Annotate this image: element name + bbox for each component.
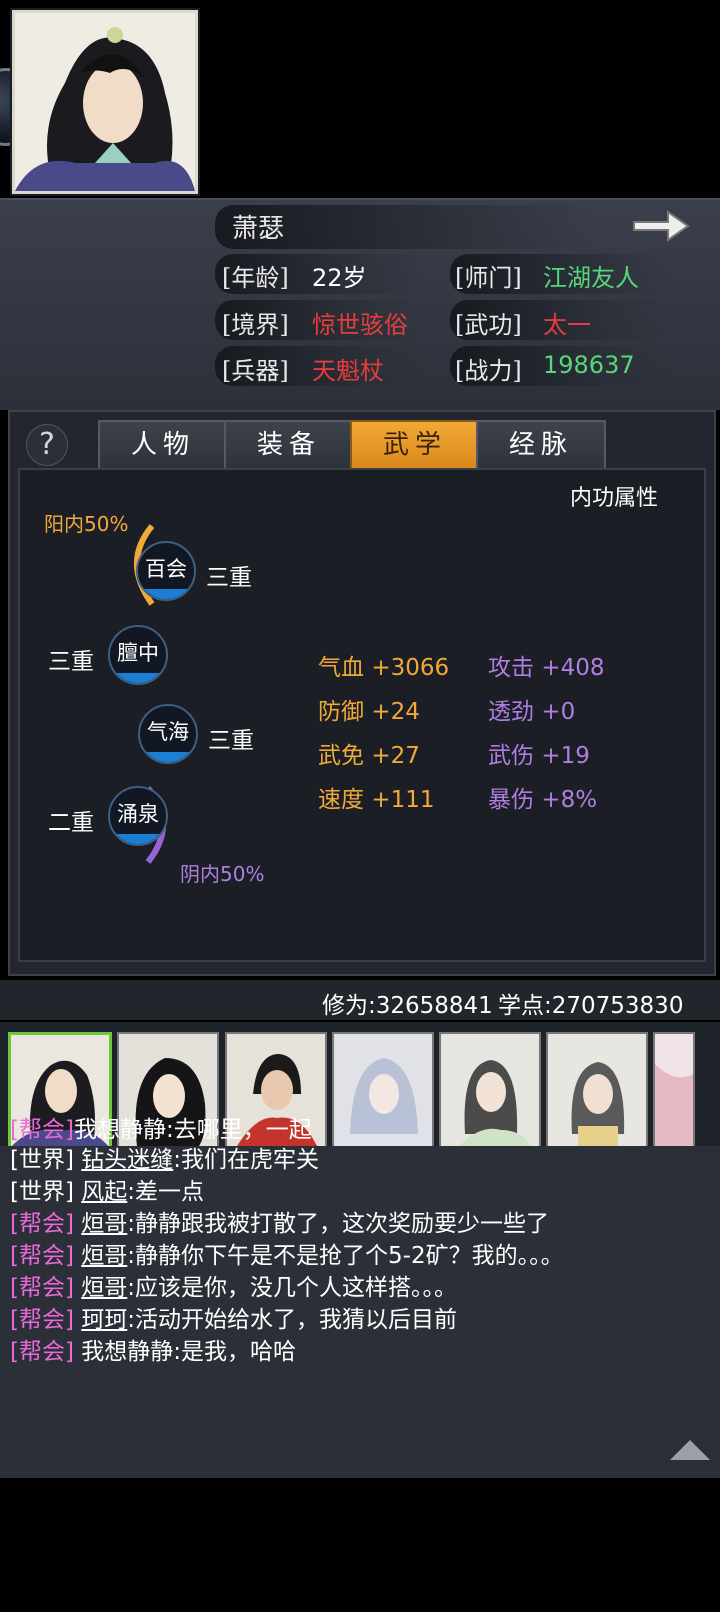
node-baihui[interactable]: 百会	[136, 541, 196, 601]
arrow-right-icon[interactable]	[630, 206, 692, 246]
stat-martial-immunity: 武免 +27	[318, 743, 420, 769]
stat-martial-damage: 武伤 +19	[488, 743, 590, 769]
section-title: 内功属性	[570, 486, 659, 511]
power-label: [战力]	[455, 357, 522, 385]
character-name: 萧瑟	[232, 214, 285, 244]
chat-line[interactable]: [世界] 风起:差一点	[10, 1172, 204, 1206]
tab-martial-arts[interactable]: 武学	[350, 420, 480, 470]
chat-line[interactable]: [帮会] 烜哥:应该是你，没几个人这样搭。。。	[10, 1268, 457, 1302]
martial-label: [武功]	[455, 311, 522, 339]
yin-label: 阴内50%	[180, 862, 265, 886]
sect-value: 江湖友人	[543, 264, 639, 292]
stat-speed: 速度 +111	[318, 787, 435, 813]
chat-line[interactable]: [帮会]我想静静:去哪里，一起	[10, 1110, 312, 1144]
node-danzhong[interactable]: 膻中	[108, 625, 168, 685]
weapon-label: [兵器]	[222, 357, 289, 385]
tab-character[interactable]: 人物	[98, 420, 228, 470]
stat-crit-damage: 暴伤 +8%	[488, 787, 598, 813]
chat-line[interactable]: [帮会] 我想静静:是我，哈哈	[10, 1332, 296, 1366]
node-qihai-level: 三重	[208, 728, 254, 754]
power-value: 198637	[543, 351, 635, 379]
node-yongquan[interactable]: 涌泉	[108, 786, 168, 846]
stat-hp: 气血 +3066	[318, 655, 450, 681]
stat-penetration: 透劲 +0	[488, 699, 576, 725]
study-points-value: 学点:270753830	[498, 993, 684, 1019]
age-value: 22岁	[312, 264, 367, 292]
character-thumb-7[interactable]	[653, 1032, 695, 1148]
node-qihai[interactable]: 气海	[138, 704, 198, 764]
stat-attack: 攻击 +408	[488, 655, 605, 681]
node-danzhong-level: 三重	[48, 649, 94, 675]
character-thumb-5[interactable]	[439, 1032, 541, 1148]
yang-label: 阳内50%	[44, 512, 129, 536]
sect-label: [师门]	[455, 264, 522, 292]
stat-defense: 防御 +24	[318, 699, 420, 725]
martial-value: 太一	[543, 311, 591, 339]
chat-line[interactable]: [帮会] 烜哥:静静你下午是不是抢了个5-2矿？我的。。。	[10, 1236, 564, 1270]
chat-line[interactable]: [帮会] 烜哥:静静跟我被打散了，这次奖励要少一些了	[10, 1204, 549, 1238]
character-thumb-6[interactable]	[546, 1032, 648, 1148]
avatar	[12, 10, 198, 194]
tab-equipment[interactable]: 装备	[224, 420, 354, 470]
realm-label: [境界]	[222, 311, 289, 339]
weapon-value: 天魁杖	[312, 357, 384, 385]
realm-value: 惊世骇俗	[312, 311, 408, 339]
node-yongquan-level: 二重	[48, 810, 94, 836]
character-thumb-4[interactable]	[332, 1032, 434, 1148]
chat-line[interactable]: [世界] 钻头迷缝:我们在虎牢关	[10, 1140, 319, 1174]
node-baihui-level: 三重	[206, 565, 252, 591]
age-label: [年龄]	[222, 264, 289, 292]
tab-meridians[interactable]: 经脉	[476, 420, 606, 470]
scroll-up-icon[interactable]	[670, 1440, 710, 1460]
help-icon[interactable]: ?	[26, 424, 68, 466]
cultivation-value: 修为:32658841	[322, 993, 493, 1019]
chat-line[interactable]: [帮会] 珂珂:活动开始给水了，我猜以后目前	[10, 1300, 457, 1334]
